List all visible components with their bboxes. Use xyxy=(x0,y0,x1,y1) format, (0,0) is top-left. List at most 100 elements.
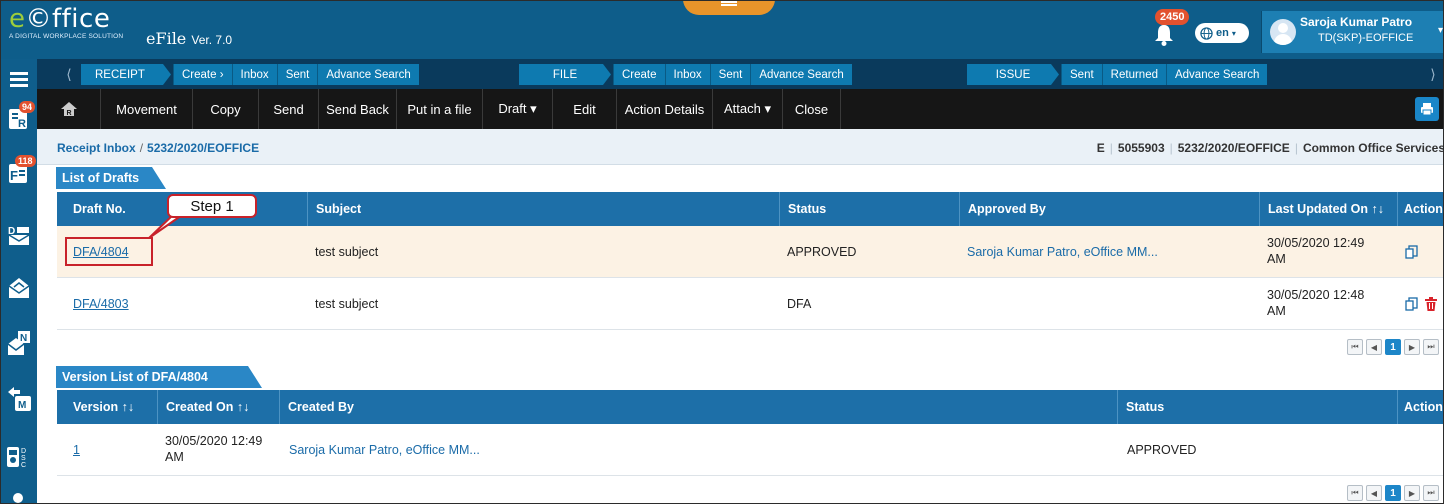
nav-issue-returned[interactable]: Returned xyxy=(1101,64,1166,85)
app-name: eFile xyxy=(146,29,187,48)
drafts-section-title: List of Drafts xyxy=(56,167,166,189)
approved-by xyxy=(959,278,967,330)
put-in-file-button[interactable]: Put in a file xyxy=(397,89,483,129)
close-button[interactable]: Close xyxy=(783,89,841,129)
col-status: Status xyxy=(779,192,959,226)
table-row[interactable]: DFA/4803 test subject DFA 30/05/2020 12:… xyxy=(57,278,1443,330)
prev-page-icon[interactable]: ◀ xyxy=(1366,339,1382,355)
dispatch-mail-icon: D xyxy=(8,226,30,245)
file-nav-group: FILE Create Inbox Sent Advance Search xyxy=(519,64,852,85)
table-row[interactable]: DFA/4804 test subject APPROVED Saroja Ku… xyxy=(57,226,1443,278)
first-page-icon[interactable]: ⏮ xyxy=(1347,485,1363,501)
sidebar-item-inbox[interactable] xyxy=(5,274,33,302)
nav-receipt-inbox[interactable]: Inbox xyxy=(231,64,277,85)
col-subject: Subject xyxy=(307,192,779,226)
nav-file-advance-search[interactable]: Advance Search xyxy=(750,64,852,85)
breadcrumb-receipt-inbox[interactable]: Receipt Inbox xyxy=(57,141,136,155)
app-version: Ver. 7.0 xyxy=(191,33,233,47)
nav-receipt-sent[interactable]: Sent xyxy=(276,64,318,85)
hamburger-menu-icon[interactable] xyxy=(5,65,33,93)
draft-subject: test subject xyxy=(315,245,379,259)
copy-draft-icon[interactable] xyxy=(1405,297,1419,311)
send-button[interactable]: Send xyxy=(259,89,319,129)
info-number: 5055903 xyxy=(1117,141,1165,155)
send-back-button[interactable]: Send Back xyxy=(319,89,397,129)
created-by-link[interactable]: Saroja Kumar Patro, eOffice MM... xyxy=(281,424,480,476)
collapse-header-tab[interactable] xyxy=(683,1,775,15)
versions-section-title: Version List of DFA/4804 xyxy=(56,366,262,388)
table-row[interactable]: 1 30/05/2020 12:49 AM Saroja Kumar Patro,… xyxy=(57,424,1443,476)
top-header: e©ffice A DIGITAL WORKPLACE SOLUTION eFi… xyxy=(1,1,1443,59)
sidebar-more-dot[interactable] xyxy=(13,493,23,503)
sidebar-item-dispatch[interactable]: D xyxy=(5,221,33,249)
attach-dropdown-button[interactable]: Attach ▾ xyxy=(713,89,783,129)
versions-table-header: Version ↑↓ Created On ↑↓ Created By Stat… xyxy=(57,390,1443,424)
language-code: en xyxy=(1216,27,1229,39)
svg-text:M: M xyxy=(18,400,26,411)
next-page-icon[interactable]: ▶ xyxy=(1404,339,1420,355)
prev-page-icon[interactable]: ◀ xyxy=(1366,485,1382,501)
nav-file-sent[interactable]: Sent xyxy=(709,64,751,85)
delete-icon[interactable] xyxy=(1425,297,1437,311)
info-file-no: 5232/2020/EOFFICE xyxy=(1177,141,1290,155)
user-role: TD(SKP)-EOFFICE xyxy=(1318,32,1414,44)
col-approved-by: Approved By xyxy=(959,192,1259,226)
app-title: eFile Ver. 7.0 xyxy=(146,29,232,48)
first-page-icon[interactable]: ⏮ xyxy=(1347,339,1363,355)
breadcrumb: Receipt Inbox/5232/2020/EOFFICE xyxy=(57,141,259,155)
sidebar-item-notings[interactable]: N xyxy=(5,329,33,357)
last-page-icon[interactable]: ⏭ xyxy=(1423,485,1439,501)
nav-scroll-right-icon[interactable]: ⟩ xyxy=(1425,59,1441,89)
nav-file-create[interactable]: Create xyxy=(613,64,665,85)
receipt-info: E | 5055903 | 5232/2020/EOFFICE | Common Offic… xyxy=(1096,141,1444,155)
module-navbar: ⟨ RECEIPT Create › Inbox Sent Advance Se… xyxy=(37,59,1443,89)
action-details-button[interactable]: Action Details xyxy=(617,89,713,129)
approved-by-link[interactable]: Saroja Kumar Patro, eOffice MM... xyxy=(959,226,1158,278)
draft-dropdown-button[interactable]: Draft ▾ xyxy=(483,89,553,129)
col-version-status: Status xyxy=(1117,390,1397,424)
nav-receipt-advance-search[interactable]: Advance Search xyxy=(317,64,419,85)
last-updated: 30/05/2020 12:49 AM xyxy=(1267,236,1365,266)
col-created-on-sort[interactable]: Created On ↑↓ xyxy=(157,390,279,424)
nav-issue-advance-search[interactable]: Advance Search xyxy=(1165,64,1268,85)
notification-count-badge: 2450 xyxy=(1155,9,1190,25)
page-number-button[interactable]: 1 xyxy=(1385,339,1401,355)
row-actions xyxy=(1397,278,1437,330)
next-page-icon[interactable]: ▶ xyxy=(1404,485,1420,501)
globe-icon xyxy=(1200,26,1213,40)
action-toolbar: R Movement Copy Send Send Back Put in a … xyxy=(37,89,1443,129)
sidebar-item-movement[interactable]: M xyxy=(5,385,33,413)
col-version-sort[interactable]: Version ↑↓ xyxy=(57,390,157,424)
drafts-table-header: Draft No. Subject Status Approved By Las… xyxy=(57,192,1443,226)
nav-file-inbox[interactable]: Inbox xyxy=(664,64,710,85)
col-created-by: Created By xyxy=(279,390,1117,424)
nav-issue-sent[interactable]: Sent xyxy=(1061,64,1102,85)
print-icon[interactable] xyxy=(1415,97,1439,121)
copy-draft-icon[interactable] xyxy=(1397,226,1419,278)
page-number-button[interactable]: 1 xyxy=(1385,485,1401,501)
nav-receipt-create[interactable]: Create › xyxy=(173,64,232,85)
last-page-icon[interactable]: ⏭ xyxy=(1423,339,1439,355)
home-icon[interactable]: R xyxy=(37,89,101,129)
digital-signature-icon: D S C xyxy=(7,447,26,469)
nav-issue-label[interactable]: ISSUE xyxy=(967,64,1059,85)
language-selector[interactable]: en ▾ xyxy=(1195,23,1249,43)
versions-pagination: ⏮ ◀ 1 ▶ ⏭ xyxy=(1347,485,1439,501)
copy-button[interactable]: Copy xyxy=(193,89,259,129)
eoffice-logo[interactable]: e©ffice A DIGITAL WORKPLACE SOLUTION xyxy=(9,5,123,40)
nav-scroll-left-icon[interactable]: ⟨ xyxy=(61,59,77,89)
draft-status: DFA xyxy=(787,297,812,311)
draft-no-link[interactable]: DFA/4803 xyxy=(65,278,129,330)
version-link[interactable]: 1 xyxy=(65,424,80,476)
last-updated: 30/05/2020 12:48 AM xyxy=(1267,288,1365,318)
edit-button[interactable]: Edit xyxy=(553,89,617,129)
user-menu[interactable]: Saroja Kumar Patro TD(SKP)-EOFFICE ▾ xyxy=(1261,11,1443,53)
col-version-action: Action xyxy=(1397,390,1443,424)
nav-file-label[interactable]: FILE xyxy=(519,64,611,85)
breadcrumb-separator: / xyxy=(139,141,144,155)
movement-button[interactable]: Movement xyxy=(101,89,193,129)
nav-receipt-label[interactable]: RECEIPT xyxy=(81,64,171,85)
file-transfer-icon: M xyxy=(8,387,31,411)
col-last-updated-sort[interactable]: Last Updated On ↑↓ xyxy=(1259,192,1397,226)
sidebar-item-dsc[interactable]: D S C xyxy=(5,443,33,471)
